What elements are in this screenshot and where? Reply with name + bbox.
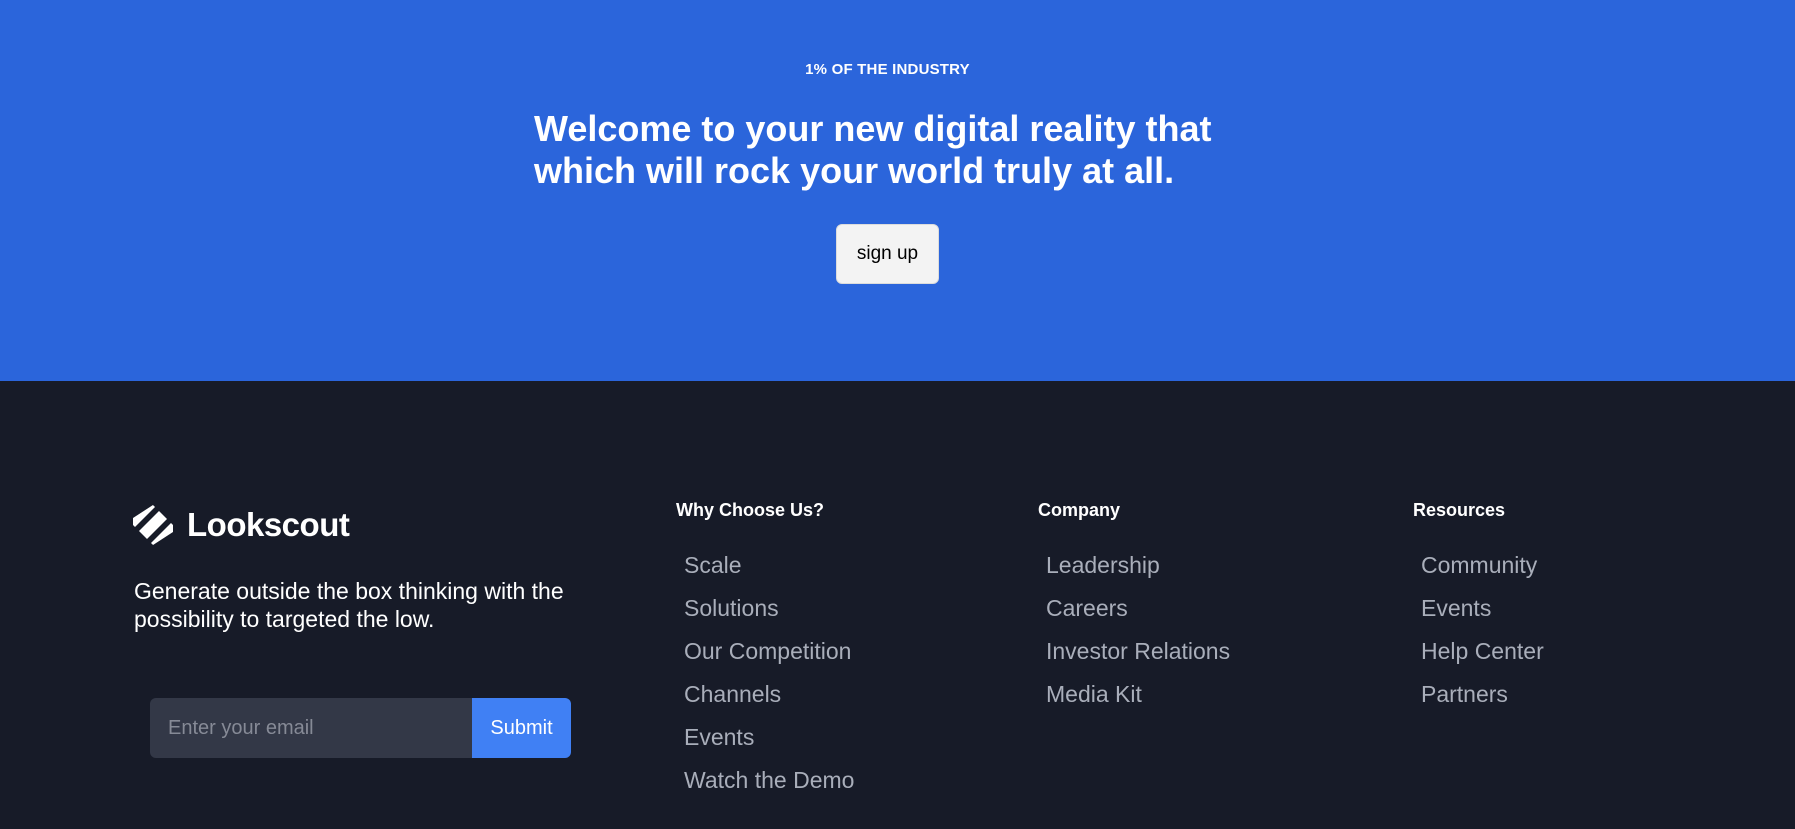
sign-up-button[interactable]: sign up	[836, 224, 939, 284]
hero-headline: Welcome to your new digital reality that…	[534, 108, 1274, 192]
hero-section: 1% OF THE INDUSTRY Welcome to your new d…	[0, 0, 1795, 381]
footer-link-careers[interactable]: Careers	[1046, 595, 1128, 621]
footer-tagline: Generate outside the box thinking with t…	[134, 578, 564, 632]
footer-link-leadership[interactable]: Leadership	[1046, 552, 1160, 578]
footer-link-watch-the-demo[interactable]: Watch the Demo	[684, 767, 854, 793]
footer-link-community[interactable]: Community	[1421, 552, 1537, 578]
hero-headline-line-2: which will rock your world truly at all.	[534, 150, 1175, 191]
hero-headline-line-1: Welcome to your new digital reality that	[534, 108, 1212, 149]
footer-link-solutions[interactable]: Solutions	[684, 595, 779, 621]
footer-link-events[interactable]: Events	[684, 724, 754, 750]
footer-link-our-competition[interactable]: Our Competition	[684, 638, 851, 664]
email-input[interactable]	[150, 698, 472, 758]
footer-link-partners[interactable]: Partners	[1421, 681, 1508, 707]
footer-link-help-center[interactable]: Help Center	[1421, 638, 1544, 664]
lookscout-logo-icon	[133, 505, 173, 545]
newsletter-form: Submit	[150, 698, 571, 758]
link-list: Community Events Help Center Partners	[1421, 551, 1544, 723]
site-footer: Lookscout Generate outside the box think…	[0, 381, 1795, 829]
brand[interactable]: Lookscout	[133, 505, 350, 545]
submit-button[interactable]: Submit	[472, 698, 571, 758]
footer-link-scale[interactable]: Scale	[684, 552, 742, 578]
column-heading: Company	[1038, 500, 1121, 520]
footer-link-events[interactable]: Events	[1421, 595, 1491, 621]
footer-column-why-choose-us: Why Choose Us? Scale Solutions Our Compe…	[676, 499, 854, 809]
footer-link-investor-relations[interactable]: Investor Relations	[1046, 638, 1230, 664]
footer-column-company: Company Leadership Careers Investor Rela…	[1038, 499, 1230, 723]
brand-name: Lookscout	[187, 506, 350, 543]
link-list: Scale Solutions Our Competition Channels…	[684, 551, 854, 809]
footer-link-channels[interactable]: Channels	[684, 681, 781, 707]
footer-column-resources: Resources Community Events Help Center P…	[1413, 499, 1544, 723]
column-heading: Resources	[1413, 500, 1506, 520]
footer-link-media-kit[interactable]: Media Kit	[1046, 681, 1142, 707]
link-list: Leadership Careers Investor Relations Me…	[1046, 551, 1230, 723]
column-heading: Why Choose Us?	[676, 500, 825, 520]
hero-eyebrow: 1% OF THE INDUSTRY	[805, 61, 970, 78]
